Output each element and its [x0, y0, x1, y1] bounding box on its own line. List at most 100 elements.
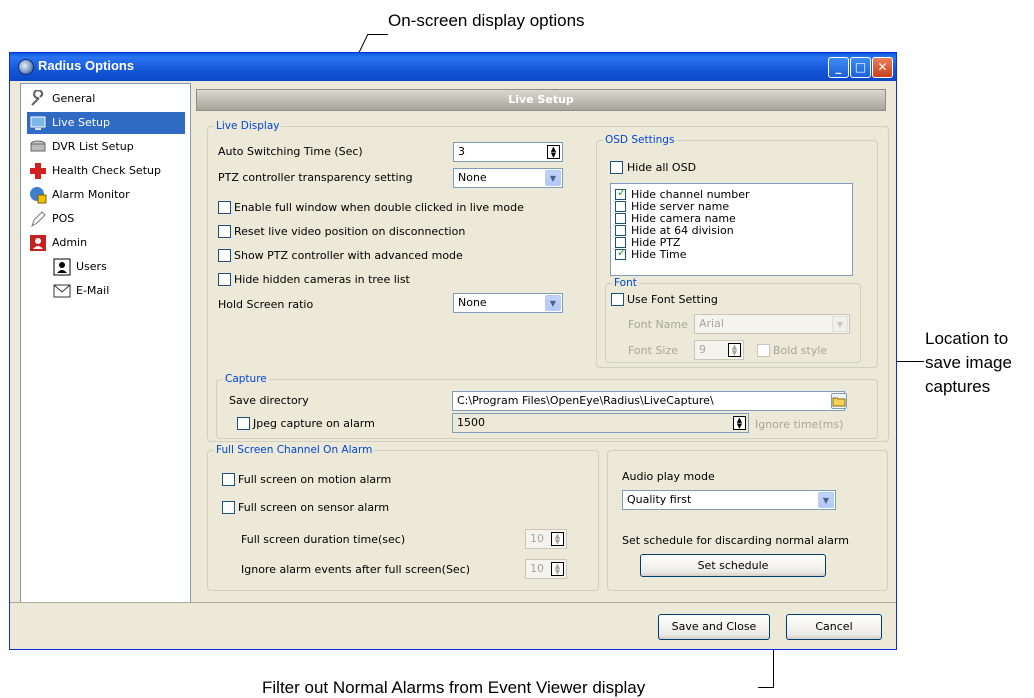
osd-option-checkbox[interactable] [615, 187, 626, 200]
font-title: Font [612, 277, 639, 289]
set-schedule-button[interactable]: Set schedule [640, 554, 826, 577]
spinner-icon[interactable]: ▲ ▼ [547, 145, 560, 159]
callout-capture-line3: captures [925, 377, 991, 396]
monitor-icon [30, 116, 46, 130]
sidebar-item-live-setup[interactable]: Live Setup [27, 112, 185, 134]
font-group: Font Use Font Setting Font Name Arial ▼ … [605, 277, 861, 363]
osd-option-checkbox[interactable] [615, 247, 626, 260]
maximize-button[interactable]: □ [850, 57, 871, 78]
full-screen-sensor-checkbox[interactable] [222, 501, 235, 514]
jpeg-capture-value: 1500 [457, 416, 485, 429]
full-screen-sensor-label: Full screen on sensor alarm [238, 501, 390, 514]
font-size-label: Font Size [628, 344, 679, 357]
sidebar-item-health-check-setup[interactable]: Health Check Setup [27, 160, 185, 182]
callout-schedule: Filter out Normal Alarms from Event View… [262, 678, 646, 697]
spinner-icon[interactable]: ▲ ▼ [728, 343, 741, 357]
sidebar-item-admin[interactable]: Admin [27, 232, 185, 254]
ignore-events-label: Ignore alarm events after full screen(Se… [241, 563, 471, 576]
ignore-events-input[interactable]: 10 ▲ ▼ [525, 559, 567, 579]
app-icon [18, 59, 34, 75]
ptz-transparency-value: None [458, 171, 487, 184]
sidebar-item-label: POS [52, 212, 75, 225]
sidebar-item-dvr-list-setup[interactable]: DVR List Setup [27, 136, 185, 158]
sidebar-item-pos[interactable]: POS [27, 208, 185, 230]
callout-capture: Location to save image captures [925, 327, 1012, 399]
wrench-icon [31, 90, 44, 106]
sidebar-item-alarm-monitor[interactable]: Alarm Monitor [27, 184, 185, 206]
enable-full-window-label: Enable full window when double clicked i… [234, 201, 524, 214]
folder-icon [832, 397, 846, 407]
jpeg-capture-input[interactable]: 1500 ▲ ▼ [452, 413, 749, 433]
hide-all-osd-checkbox[interactable] [610, 161, 623, 174]
spinner-icon[interactable]: ▲ ▼ [551, 562, 564, 576]
radius-options-window: Radius Options _ □ ✕ General Live Setup … [9, 52, 897, 650]
font-name-value: Arial [699, 317, 724, 330]
save-directory-label: Save directory [229, 394, 309, 407]
ignore-events-value: 10 [530, 562, 544, 575]
sidebar-item-label: DVR List Setup [52, 140, 134, 153]
save-and-close-button[interactable]: Save and Close [658, 614, 770, 640]
minimize-button[interactable]: _ [828, 57, 849, 78]
audio-schedule-group: Audio play mode Quality first ▼ Set sche… [607, 450, 888, 591]
osd-option-checkbox[interactable] [615, 213, 626, 224]
reset-live-video-checkbox[interactable] [218, 225, 231, 238]
osd-settings-group: OSD Settings Hide all OSD Hide channel n… [596, 134, 878, 368]
dvr-icon [30, 140, 46, 152]
spinner-icon[interactable]: ▲ ▼ [733, 416, 746, 430]
auto-switching-input[interactable]: 3 ▲ ▼ [453, 142, 563, 162]
chevron-down-icon[interactable]: ▼ [832, 316, 848, 332]
chevron-down-icon[interactable]: ▼ [545, 295, 561, 311]
sidebar-item-label: Health Check Setup [52, 164, 161, 177]
close-icon: ✕ [877, 60, 888, 74]
full-screen-motion-checkbox[interactable] [222, 473, 235, 486]
sidebar-item-general[interactable]: General [27, 88, 185, 110]
minimize-icon: _ [835, 60, 842, 74]
live-display-group: Live Display Auto Switching Time (Sec) 3… [207, 120, 889, 442]
pen-icon [31, 211, 46, 228]
title-bar[interactable]: Radius Options _ □ ✕ [10, 53, 896, 81]
use-font-setting-checkbox[interactable] [611, 293, 624, 306]
ptz-transparency-label: PTZ controller transparency setting [218, 171, 413, 184]
hide-hidden-cameras-checkbox[interactable] [218, 273, 231, 286]
callout-osd-line-h [368, 34, 388, 35]
close-button[interactable]: ✕ [872, 57, 893, 78]
show-ptz-advanced-checkbox[interactable] [218, 249, 231, 262]
audio-play-mode-select[interactable]: Quality first ▼ [622, 490, 836, 510]
chevron-down-icon[interactable]: ▼ [818, 492, 834, 508]
font-size-input[interactable]: 9 ▲ ▼ [694, 340, 744, 360]
osd-option-checkbox[interactable] [615, 201, 626, 212]
medical-cross-icon [30, 163, 46, 179]
audio-play-mode-value: Quality first [627, 493, 692, 506]
jpeg-capture-checkbox[interactable] [237, 417, 250, 430]
bold-style-checkbox[interactable] [757, 344, 770, 357]
maximize-icon: □ [854, 60, 867, 74]
capture-group: Capture Save directory C:\Program Files\… [216, 373, 878, 439]
live-display-title: Live Display [214, 120, 282, 132]
sidebar-item-label: Alarm Monitor [52, 188, 130, 201]
duration-label: Full screen duration time(sec) [241, 533, 406, 546]
hold-screen-ratio-value: None [458, 296, 487, 309]
schedule-label: Set schedule for discarding normal alarm [622, 534, 849, 547]
spinner-icon[interactable]: ▲ ▼ [551, 532, 564, 546]
hold-screen-ratio-label: Hold Screen ratio [218, 298, 314, 311]
bold-style-label: Bold style [773, 344, 828, 357]
chevron-down-icon[interactable]: ▼ [545, 170, 561, 186]
sidebar-item-e-mail[interactable]: E-Mail [51, 280, 185, 302]
hold-screen-ratio-select[interactable]: None ▼ [453, 293, 563, 313]
duration-input[interactable]: 10 ▲ ▼ [525, 529, 567, 549]
font-name-select[interactable]: Arial ▼ [694, 314, 850, 334]
ptz-transparency-select[interactable]: None ▼ [453, 168, 563, 188]
sidebar-item-label: General [52, 92, 96, 105]
osd-options-list: Hide channel number Hide server name Hid… [610, 183, 853, 276]
full-screen-alarm-group: Full Screen Channel On Alarm Full screen… [207, 444, 599, 591]
admin-icon [30, 235, 46, 251]
save-directory-input[interactable]: C:\Program Files\OpenEye\Radius\LiveCapt… [452, 391, 845, 411]
sidebar-item-users[interactable]: Users [51, 256, 185, 278]
osd-option-checkbox[interactable] [615, 225, 626, 236]
sidebar-item-label: E-Mail [76, 284, 110, 297]
globe-alarm-icon [30, 187, 47, 204]
browse-folder-button[interactable] [831, 393, 847, 409]
cancel-button[interactable]: Cancel [786, 614, 882, 640]
auto-switching-value: 3 [458, 145, 465, 158]
enable-full-window-checkbox[interactable] [218, 201, 231, 214]
